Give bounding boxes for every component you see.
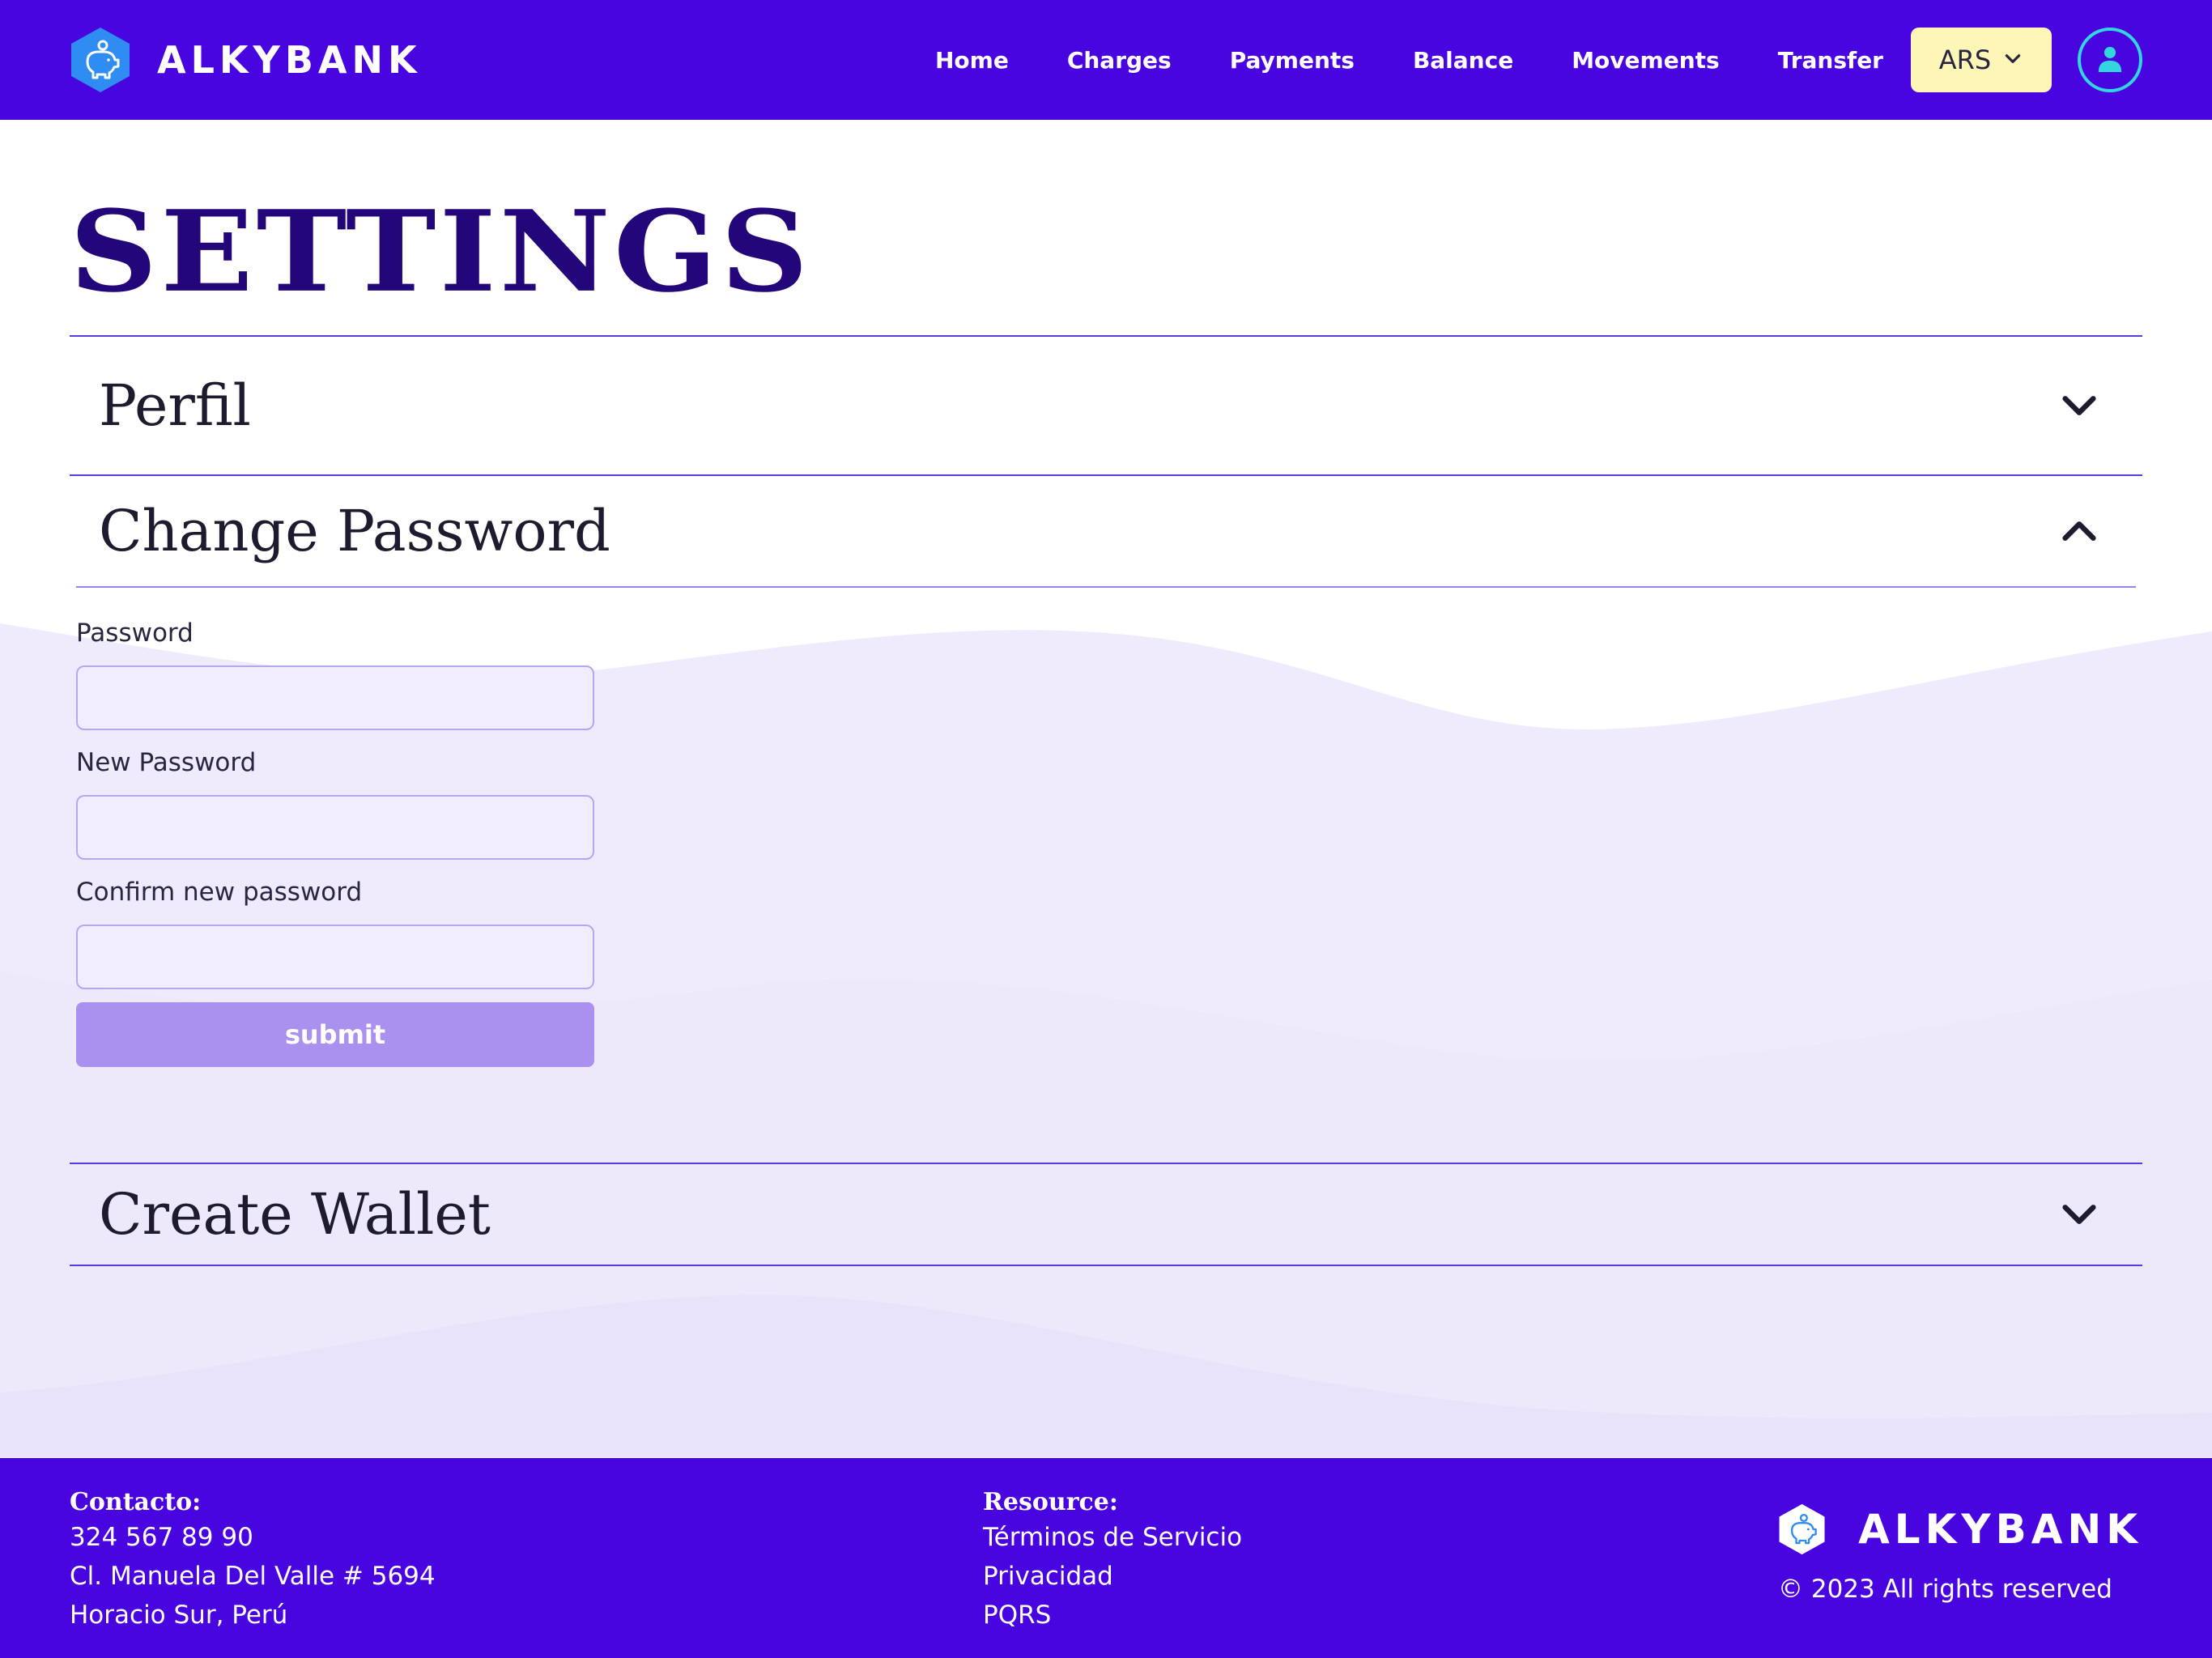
password-field[interactable] — [76, 665, 594, 730]
accordion-title: Perfil — [99, 372, 251, 439]
footer-brand-name: ALKYBANK — [1858, 1506, 2142, 1553]
confirm-password-label: Confirm new password — [76, 878, 363, 907]
accordion-title: Create Wallet — [99, 1181, 491, 1248]
accordion-header-perfil[interactable]: Perfil — [70, 337, 2142, 474]
footer-contact: Contacto: 324 567 89 90 Cl. Manuela Del … — [70, 1487, 436, 1635]
footer-link-privacy[interactable]: Privacidad — [983, 1557, 1242, 1596]
user-menu-button[interactable] — [2078, 28, 2142, 92]
accordion-header-create-wallet[interactable]: Create Wallet — [70, 1164, 2142, 1265]
settings-accordion: Perfil Change Password Password New Pass… — [70, 335, 2142, 1266]
footer-resource: Resource: Términos de Servicio Privacida… — [983, 1487, 1242, 1635]
nav-charges[interactable]: Charges — [1067, 47, 1172, 74]
nav-balance[interactable]: Balance — [1413, 47, 1513, 74]
nav-movements[interactable]: Movements — [1572, 47, 1720, 74]
accordion-item-perfil: Perfil — [70, 335, 2142, 474]
chevron-down-icon — [2002, 48, 2023, 73]
nav-payments[interactable]: Payments — [1230, 47, 1355, 74]
piggy-bank-hexagon-icon — [1778, 1492, 1826, 1567]
user-icon — [2096, 45, 2124, 76]
top-navbar: ALKYBANK Home Charges Payments Balance M… — [0, 0, 2212, 120]
new-password-field[interactable] — [76, 795, 594, 860]
page-title: SETTINGS — [70, 186, 812, 317]
footer-brand: ALKYBANK © 2023 All rights reserved — [1778, 1492, 2142, 1604]
footer-copyright: © 2023 All rights reserved — [1778, 1575, 2112, 1604]
nav-transfer[interactable]: Transfer — [1778, 47, 1883, 74]
confirm-password-field[interactable] — [76, 925, 594, 989]
brand-name: ALKYBANK — [157, 38, 422, 82]
footer-phone: 324 567 89 90 — [70, 1523, 253, 1552]
currency-value: ARS — [1938, 45, 1992, 75]
accordion-header-change-password[interactable]: Change Password — [76, 476, 2136, 588]
footer-resource-heading: Resource: — [983, 1488, 1118, 1516]
accordion-item-change-password: Change Password Password New Password Co… — [70, 474, 2142, 1163]
nav-links: Home Charges Payments Balance Movements … — [935, 47, 1883, 74]
piggy-bank-hexagon-icon — [70, 26, 131, 94]
footer-contact-heading: Contacto: — [70, 1488, 202, 1516]
brand-logo[interactable]: ALKYBANK — [70, 26, 422, 94]
chevron-down-icon — [2058, 1193, 2100, 1235]
chevron-down-icon — [2058, 385, 2100, 427]
nav-home[interactable]: Home — [935, 47, 1009, 74]
new-password-label: New Password — [76, 748, 257, 777]
password-label: Password — [76, 619, 194, 648]
settings-main: SETTINGS Perfil Change Password Password — [70, 120, 2142, 1266]
accordion-item-create-wallet: Create Wallet — [70, 1163, 2142, 1266]
chevron-up-icon — [2058, 510, 2100, 552]
page-footer: Contacto: 324 567 89 90 Cl. Manuela Del … — [0, 1458, 2212, 1658]
currency-select[interactable]: ARS — [1911, 28, 2052, 92]
footer-address-line1: Cl. Manuela Del Valle # 5694 — [70, 1562, 436, 1591]
footer-address-line2: Horacio Sur, Perú — [70, 1601, 288, 1630]
footer-link-terms[interactable]: Términos de Servicio — [983, 1518, 1242, 1557]
submit-button[interactable]: submit — [76, 1002, 594, 1067]
change-password-form: Password New Password Confirm new passwo… — [70, 588, 2142, 1163]
accordion-title: Change Password — [99, 498, 610, 564]
footer-link-pqrs[interactable]: PQRS — [983, 1596, 1242, 1635]
